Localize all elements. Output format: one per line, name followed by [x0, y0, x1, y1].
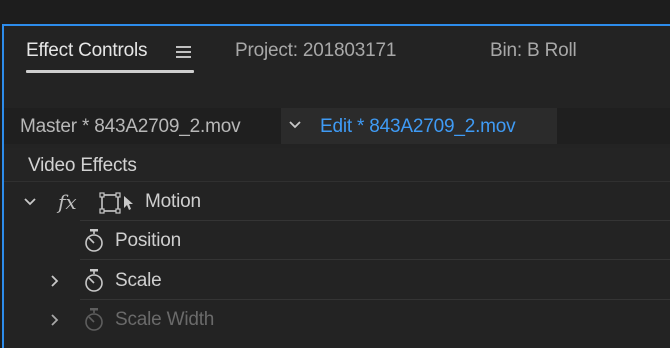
row-divider: [80, 299, 670, 300]
property-row-scale-width[interactable]: Scale Width: [4, 301, 670, 339]
active-tab-indicator: [26, 70, 194, 73]
chevron-down-icon[interactable]: [23, 195, 37, 209]
panel-tab-bar: Effect Controls Project: 201803171 Bin: …: [4, 26, 670, 78]
stopwatch-icon[interactable]: [83, 229, 105, 253]
top-strip: [0, 0, 670, 24]
chevron-right-icon[interactable]: [48, 313, 62, 327]
effect-label-motion: Motion: [145, 191, 201, 212]
master-clip-label[interactable]: Master * 843A2709_2.mov: [20, 116, 241, 138]
tab-project[interactable]: Project: 201803171: [235, 40, 396, 62]
property-row-position[interactable]: Position: [4, 222, 670, 260]
row-divider: [80, 220, 670, 221]
property-label-scale-width: Scale Width: [115, 309, 215, 330]
edit-clip-label[interactable]: Edit * 843A2709_2.mov: [320, 116, 516, 138]
chevron-right-icon[interactable]: [48, 274, 62, 288]
fx-icon[interactable]: fx: [58, 190, 77, 214]
row-divider: [80, 259, 670, 260]
menu-icon[interactable]: [176, 46, 191, 58]
effect-controls-panel: Effect Controls Project: 201803171 Bin: …: [2, 24, 670, 348]
chevron-down-icon[interactable]: [288, 120, 302, 130]
stopwatch-icon[interactable]: [83, 269, 105, 293]
clip-selector-bar: Master * 843A2709_2.mov Edit * 843A2709_…: [4, 108, 670, 144]
section-title: Video Effects: [28, 155, 137, 176]
tab-bin[interactable]: Bin: B Roll: [490, 40, 577, 62]
tab-effect-controls[interactable]: Effect Controls: [26, 40, 147, 62]
stopwatch-icon: [85, 308, 103, 331]
property-label-position: Position: [115, 230, 181, 251]
property-row-scale[interactable]: Scale: [4, 262, 670, 300]
effect-row-motion[interactable]: fx Motion: [4, 183, 670, 221]
video-effects-header: Video Effects: [4, 148, 670, 182]
motion-transform-icon[interactable]: [99, 192, 135, 214]
property-label-scale: Scale: [115, 270, 162, 291]
